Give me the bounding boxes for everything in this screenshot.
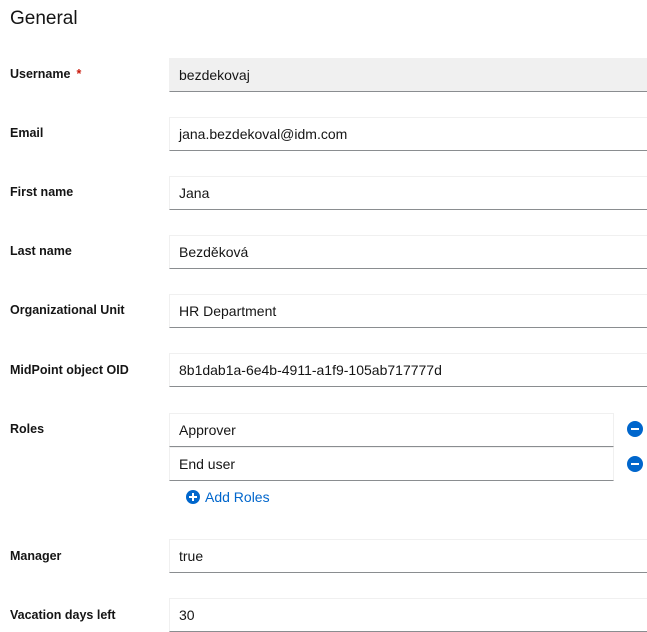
vacation-field[interactable]: 30 xyxy=(169,598,647,632)
username-label-text: Username xyxy=(10,67,71,81)
required-indicator: * xyxy=(76,67,82,81)
last-name-field[interactable]: Bezděková xyxy=(169,235,647,269)
username-label: Username * xyxy=(10,67,81,81)
minus-circle-icon xyxy=(631,428,639,430)
manager-label: Manager xyxy=(10,549,62,563)
email-field[interactable]: jana.bezdekoval@idm.com xyxy=(169,117,647,151)
remove-role-end-user-button[interactable] xyxy=(627,456,643,472)
oid-label: MidPoint object OID xyxy=(10,363,129,377)
first-name-label: First name xyxy=(10,185,74,199)
org-unit-label: Organizational Unit xyxy=(10,303,125,317)
first-name-field[interactable]: Jana xyxy=(169,176,647,210)
vacation-label: Vacation days left xyxy=(10,608,116,622)
manager-field[interactable]: true xyxy=(169,539,647,573)
role-item-end-user[interactable]: End user xyxy=(169,447,614,481)
add-roles-button[interactable]: Add Roles xyxy=(186,489,270,505)
email-label: Email xyxy=(10,126,44,140)
oid-field[interactable]: 8b1dab1a-6e4b-4911-a1f9-105ab717777d xyxy=(169,353,647,387)
section-title: General xyxy=(10,8,78,29)
minus-circle-icon xyxy=(631,463,639,465)
org-unit-field[interactable]: HR Department xyxy=(169,294,647,328)
remove-role-approver-button[interactable] xyxy=(627,421,643,437)
username-field: bezdekovaj xyxy=(169,58,647,92)
role-item-approver[interactable]: Approver xyxy=(169,413,614,447)
plus-circle-icon xyxy=(186,490,200,504)
last-name-label: Last name xyxy=(10,244,72,258)
roles-label: Roles xyxy=(10,422,45,436)
add-roles-label: Add Roles xyxy=(205,489,270,505)
